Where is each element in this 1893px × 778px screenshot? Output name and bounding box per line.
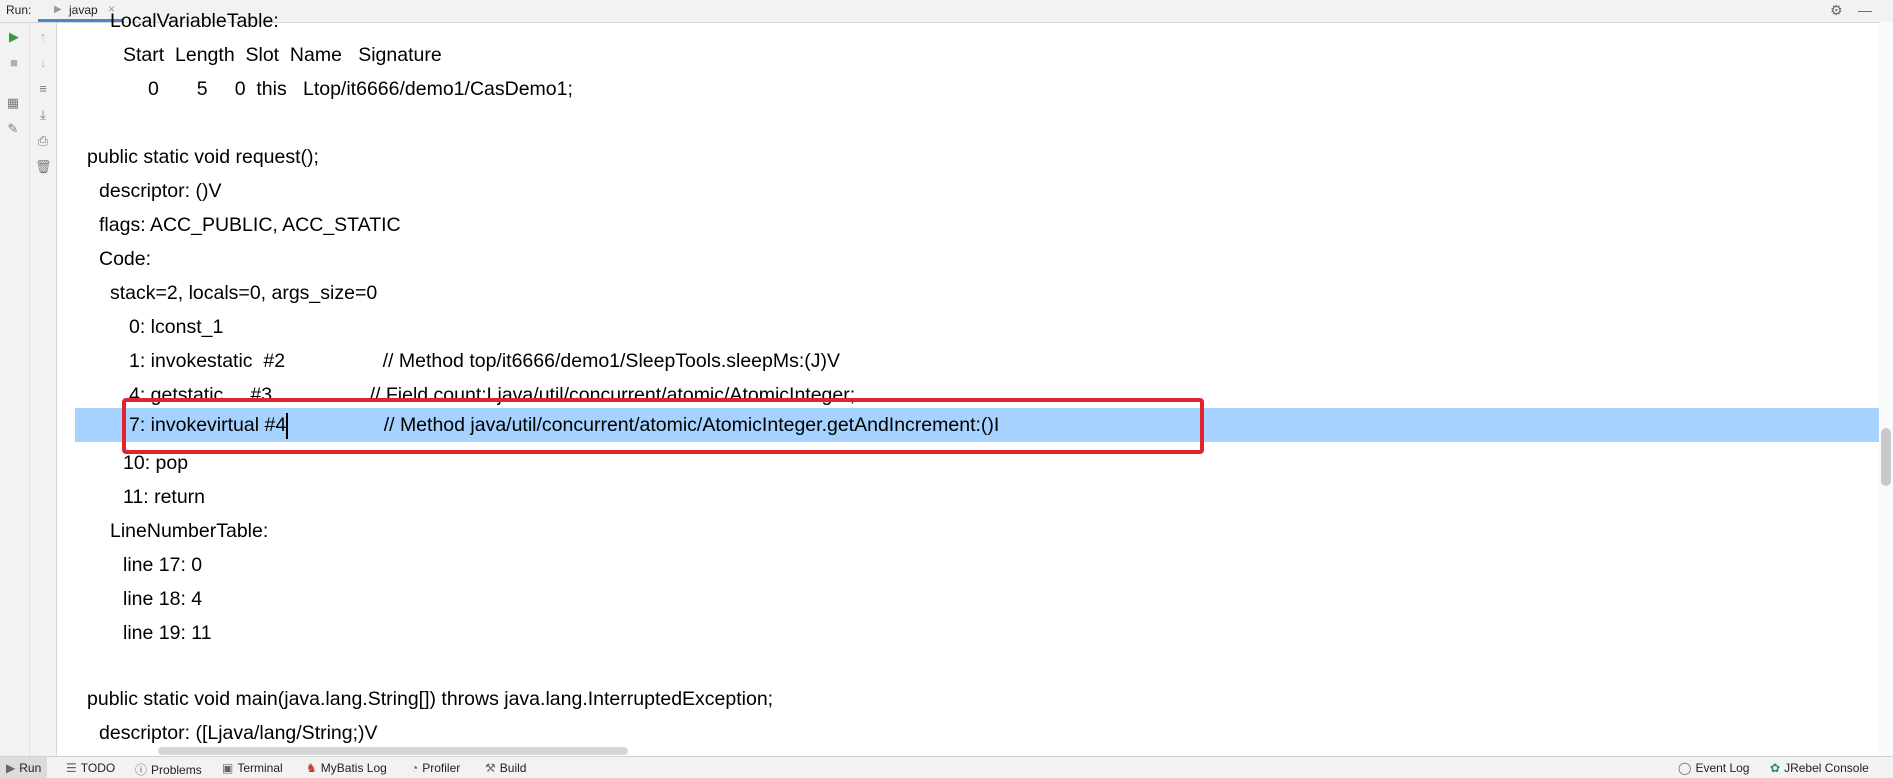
run-label: Run: [6,3,32,17]
console-line: Start Length Slot Name Signature [123,44,442,66]
down-arrow-icon[interactable]: ↓ [35,55,51,70]
console-output[interactable]: LocalVariableTable: Start Length Slot Na… [58,0,1893,756]
console-line: descriptor: ()V [99,180,222,202]
tool-window-bar: ▶ Run ☰ TODO ⓘ Problems ▣ Terminal ♞ MyBatis … [0,756,1893,778]
console-line: LocalVariableTable: [110,10,279,32]
rerun-icon[interactable]: ▶ [6,29,22,45]
console-line: line 18: 4 [123,588,203,610]
build-tool-button[interactable]: ⚒ Build [485,761,526,775]
layout-icon[interactable]: ▦ [5,95,21,111]
console-line: stack=2, locals=0, args_size=0 [110,282,378,304]
profiler-tool-label: Profiler [422,761,461,775]
todo-tool-label: TODO [80,761,116,775]
run-tool-label: Run [19,761,42,775]
print-icon[interactable]: ⎙ [35,133,51,149]
soft-wrap-icon[interactable]: ≡ [35,81,51,96]
console-line: public static void main(java.lang.String… [87,688,774,710]
profiler-icon: ◔ [411,761,419,775]
pin-icon[interactable]: ✎ [5,121,21,137]
console-line: flags: ACC_PUBLIC, ACC_STATIC [99,214,401,236]
problems-tool-label: Problems [151,763,202,777]
console-line: line 17: 0 [123,554,203,576]
console-line: LineNumberTable: [110,520,269,542]
mybatis-log-tool-label: MyBatis Log [320,761,387,775]
event-log-button[interactable]: ◯ Event Log [1678,761,1749,775]
console-line: 11: return [123,486,206,508]
terminal-tool-button[interactable]: ▣ Terminal [222,761,283,775]
terminal-icon: ▣ [222,761,234,775]
annotation-box [122,398,1204,454]
console-line: public static void request(); [87,146,319,168]
terminal-tool-label: Terminal [237,761,283,775]
console-line: 0 5 0 this Ltop/it6666/demo1/CasDemo1; [148,78,573,100]
todo-tool-button[interactable]: ☰ TODO [66,761,115,775]
jrebel-icon: ✿ [1770,761,1781,775]
vertical-scrollbar[interactable] [1881,428,1891,486]
console-line: descriptor: ([Ljava/lang/String;)V [99,722,378,744]
vertical-scrollbar-track[interactable] [1879,22,1893,756]
problems-icon: ⓘ [135,763,148,777]
mybatis-icon: ♞ [306,761,317,775]
run-tool-button[interactable]: ▶ Run [0,757,48,778]
profiler-tool-button[interactable]: ◔ Profiler [411,761,460,775]
build-tool-label: Build [499,761,527,775]
scroll-to-end-icon[interactable]: ⤓ [35,107,51,123]
event-log-label: Event Log [1695,761,1750,775]
horizontal-scrollbar[interactable] [158,747,628,755]
problems-tool-button[interactable]: ⓘ Problems [135,761,202,778]
jrebel-console-button[interactable]: ✿ JRebel Console [1770,761,1869,775]
run-icon: ▶ [6,761,16,775]
build-icon: ⚒ [485,761,496,775]
list-icon: ☰ [66,761,77,775]
jrebel-console-label: JRebel Console [1784,761,1869,775]
stop-icon[interactable]: ■ [6,55,22,70]
gutter-divider [29,23,30,756]
console-line: line 19: 11 [123,622,212,644]
mybatis-log-tool-button[interactable]: ♞ MyBatis Log [306,761,387,775]
console-line: Code: [99,248,152,270]
console-line: 0: lconst_1 [129,316,224,338]
run-toolbar: ▶ ■ ▦ ✎ ↑ ↓ ≡ ⤓ ⎙ 🗑 [0,23,57,756]
trash-icon[interactable]: 🗑 [35,159,52,175]
up-arrow-icon[interactable]: ↑ [35,29,51,44]
event-log-icon: ◯ [1678,761,1692,775]
console-line: 1: invokestatic #2 // Method top/it6666/… [129,350,841,372]
